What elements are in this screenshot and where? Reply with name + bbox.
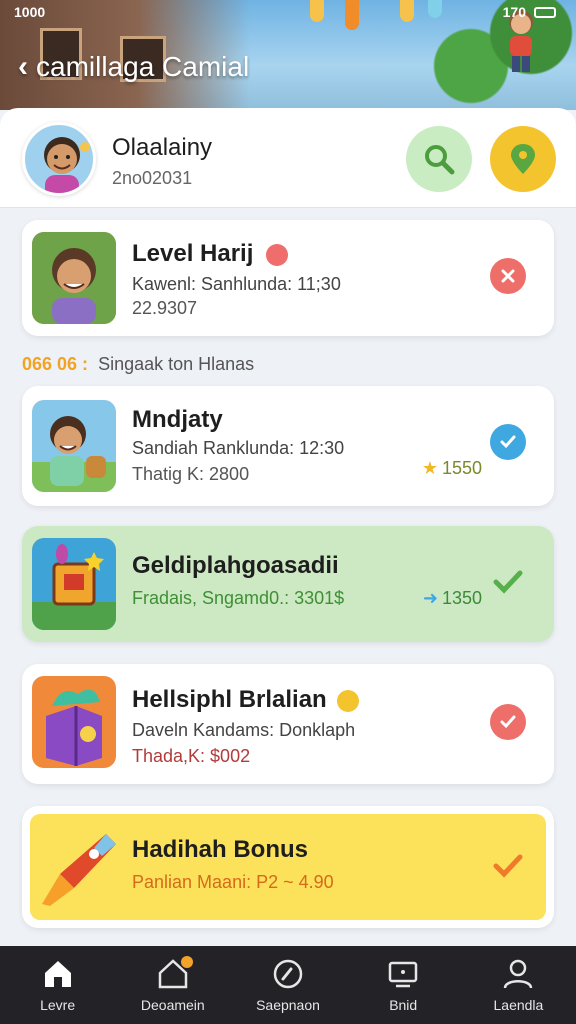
compass-icon [273,959,303,989]
nav-header: ‹ camillaga Camial [18,50,249,84]
tab-label: Bnid [389,997,418,1013]
search-icon [425,145,455,175]
screen-icon [388,961,418,988]
profile-subtitle: 2no02031 [112,168,193,188]
card-detail: Sandiah Ranklunda: 12:30 [132,438,345,458]
status-time: 1000 [14,4,46,20]
avatar[interactable] [22,122,96,196]
card-detail: Panlian Maani: P2 ~ 4.90 [132,872,334,892]
notification-dot [181,956,194,968]
user-icon [504,959,533,989]
card-thumbnail [32,400,116,492]
star-icon: ★ [421,458,438,478]
status-right: 170 [503,4,556,20]
arrow-right-icon: ➜ [422,588,438,608]
task-card[interactable]: Level Harij Kawenl: Sanhlunda: 11;30 22.… [22,220,554,336]
tab-home[interactable]: Levre [0,946,115,1024]
tab-label: Laendla [493,997,544,1013]
search-button[interactable] [406,126,472,192]
battery-icon [534,6,556,18]
task-card[interactable]: Mndjaty Sandiah Ranklunda: 12:30 Thatig … [22,386,554,506]
bonus-card[interactable]: Hadihah Bonus Panlian Maani: P2 ~ 4.90 [22,806,554,928]
card-thumbnail [32,232,116,324]
card-thumbnail [32,538,116,630]
tab-saepnaon[interactable]: Saepnaon [230,946,345,1024]
tab-label: Levre [40,997,76,1013]
badge-icon [266,243,289,266]
location-pin-icon [511,144,535,174]
card-detail: Fradais, Sngamd0.: 3301$ [132,588,345,608]
points-label: ➜ 1350 [423,588,482,609]
check-icon[interactable] [490,704,526,740]
location-button[interactable] [490,126,556,192]
task-card[interactable]: Hellsiphl Brlalian Daveln Kandams: Donkl… [22,664,554,784]
tab-bnid[interactable]: Bnid [346,946,461,1024]
card-title-text: Hellsiphl Brlalian [132,686,327,713]
home-icon [44,961,71,987]
tab-deoamein[interactable]: Deoamein [115,946,230,1024]
check-icon[interactable] [490,848,526,884]
rocket-icon [42,834,116,906]
section-label: 066 06 : Singaak ton Hlanas [22,354,254,375]
check-icon[interactable] [490,424,526,460]
card-detail-secondary: Thatig K: 2800 [132,464,250,484]
tab-label: Deoamein [140,997,205,1013]
card-title: Hellsiphl Brlalian [132,686,360,714]
status-bar: 1000 170 [0,0,576,26]
page-title: camillaga Camial [36,51,250,82]
task-card[interactable]: Geldiplahgoasadii Fradais, Sngamd0.: 330… [22,526,554,642]
back-icon[interactable]: ‹ [18,50,28,84]
status-right-text: 170 [502,4,526,20]
card-detail-secondary: Thada,K: $002 [132,746,251,766]
card-thumbnail [32,676,116,768]
card-title-text: Level Harij [132,240,254,267]
bottom-nav: Levre Deoamein Saepnaon Bnid Laendla [0,946,576,1024]
points-label: ★ 1550 [422,458,482,479]
coin-icon [337,689,360,712]
coin-count: 066 06 : [22,354,89,374]
card-title: Mndjaty [132,406,223,433]
points-value: 1550 [441,458,482,478]
points-value: 1350 [441,588,482,608]
card-title: Geldiplahgoasadii [132,552,339,579]
card-detail: Daveln Kandams: Donklaph [132,720,356,740]
error-icon[interactable] [490,258,526,294]
profile-name: Olaalainy [112,134,213,161]
card-detail: Kawenl: Sanhlunda: 11;30 [132,274,341,294]
section-label-text: Singaak ton Hlanas [98,354,255,374]
tab-label: Saepnaon [256,997,320,1013]
tab-laendla[interactable]: Laendla [461,946,576,1024]
card-title: Level Harij [132,240,289,268]
card-title: Hadihah Bonus [132,836,309,863]
profile-bar: Olaalainy 2no02031 [0,108,576,208]
check-icon[interactable] [490,564,526,600]
card-detail-secondary: 22.9307 [132,298,198,318]
